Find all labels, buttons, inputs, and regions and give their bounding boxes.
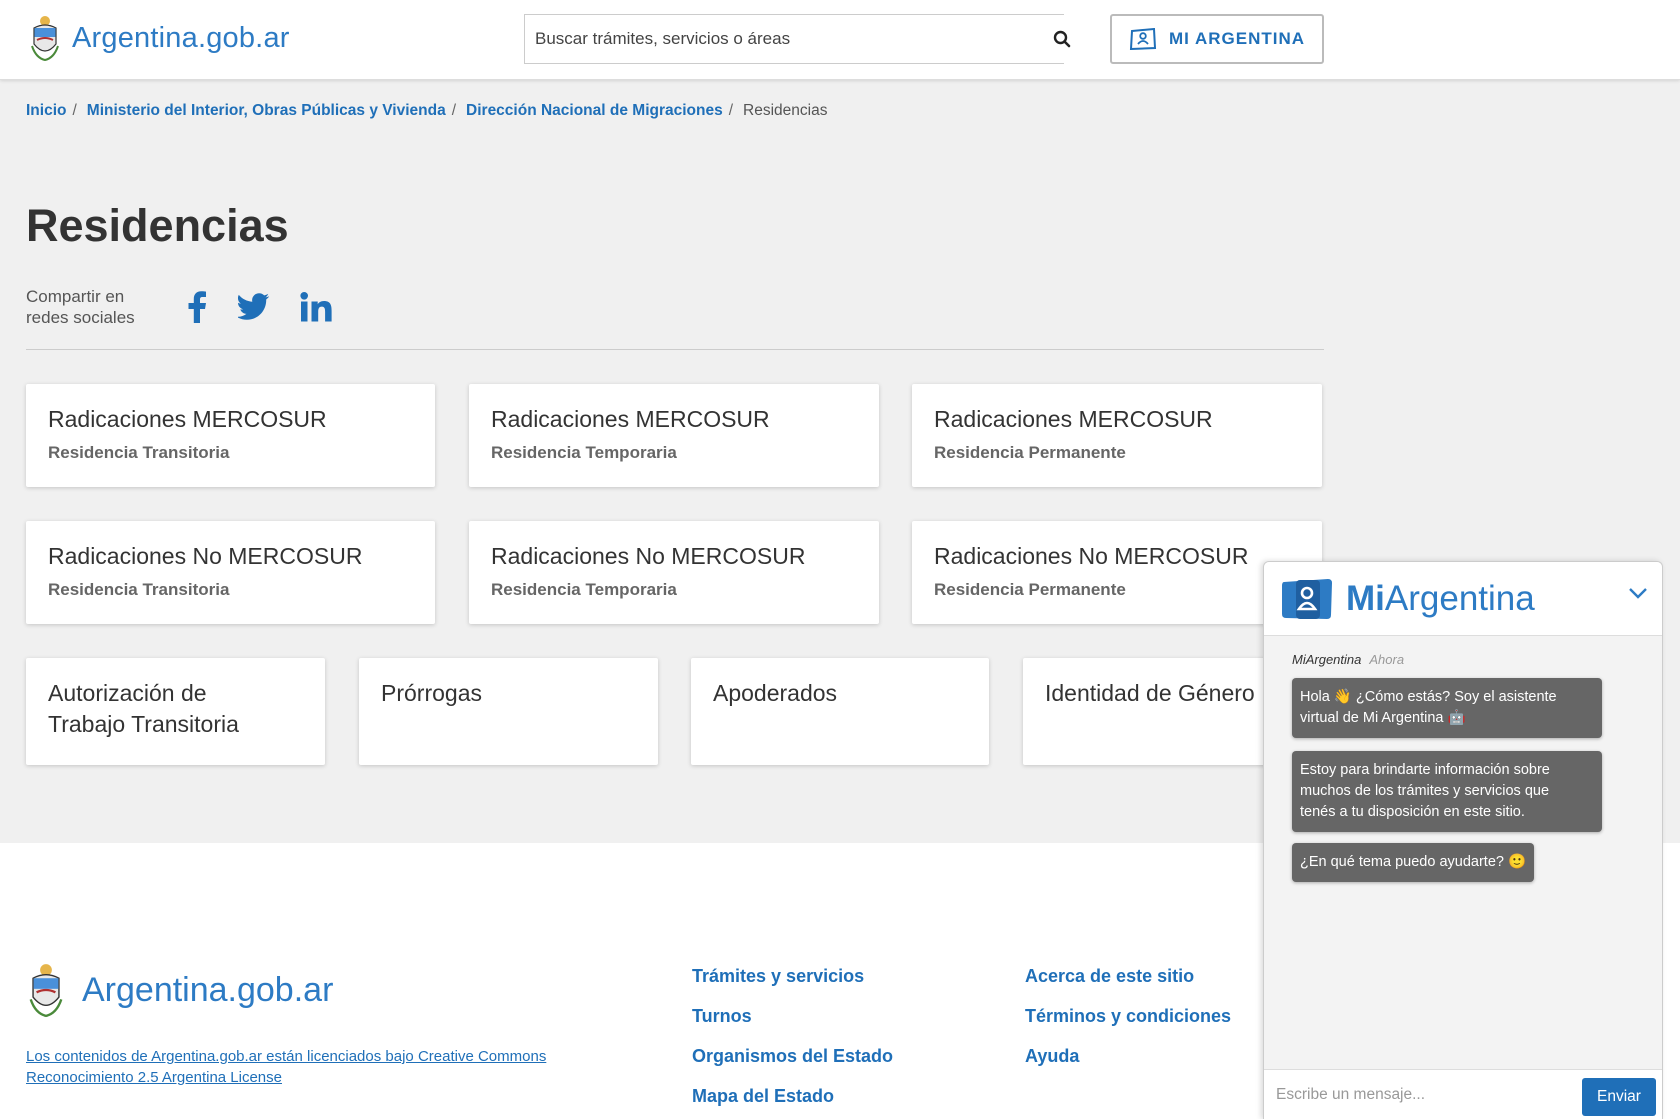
bubble-line: tenés a tu disposición en este sitio.	[1300, 804, 1525, 820]
chat-input-bar: Enviar	[1264, 1069, 1662, 1119]
footer-link-tramites[interactable]: Trámites y servicios	[692, 966, 893, 987]
footer-link-terminos[interactable]: Términos y condiciones	[1025, 1006, 1231, 1027]
card-radicaciones-mercosur-transitoria[interactable]: Radicaciones MERCOSUR Residencia Transit…	[26, 384, 435, 487]
bubble-line: muchos de los trámites y servicios que	[1300, 783, 1550, 799]
footer-link-mapa[interactable]: Mapa del Estado	[692, 1086, 893, 1107]
chat-bubble-question: ¿En qué tema puedo ayudarte? 🙂	[1292, 843, 1535, 882]
card-subtitle: Residencia Permanente	[934, 443, 1126, 462]
search-icon	[1053, 30, 1071, 48]
card-title: Radicaciones No MERCOSUR	[934, 543, 1249, 569]
chat-header: MiArgentina	[1264, 562, 1662, 636]
card-title: Identidad de Género	[1045, 680, 1255, 706]
card-subtitle: Residencia Transitoria	[48, 443, 230, 462]
bubble-line: virtual de Mi Argentina 🤖	[1300, 710, 1466, 726]
breadcrumb-link-migraciones[interactable]: Dirección Nacional de Migraciones	[466, 102, 723, 120]
footer-logo[interactable]: Argentina.gob.ar	[26, 961, 333, 1019]
section-divider	[26, 349, 1324, 350]
card-title: Radicaciones No MERCOSUR	[491, 543, 806, 569]
mi-argentina-icon	[1129, 28, 1157, 50]
card-title: Radicaciones MERCOSUR	[491, 406, 770, 432]
bubble-line: Hola 👋 ¿Cómo estás? Soy el asistente	[1300, 689, 1557, 705]
mi-argentina-label: MI ARGENTINA	[1168, 29, 1306, 48]
card-subtitle: Residencia Permanente	[934, 580, 1126, 599]
card-subtitle: Residencia Temporaria	[491, 580, 677, 599]
chat-time: Ahora	[1369, 652, 1405, 667]
card-title: Apoderados	[713, 680, 838, 706]
share-label-line2: redes sociales	[26, 308, 135, 327]
chat-message-input[interactable]	[1264, 1074, 1564, 1115]
search-input[interactable]	[525, 16, 1035, 62]
share-label-line1: Compartir en	[26, 287, 125, 306]
chevron-down-icon[interactable]	[1628, 586, 1648, 600]
chat-brand-rest: Argentina	[1384, 578, 1535, 618]
site-header: Argentina.gob.ar MI ARGENTINA	[0, 0, 1680, 80]
linkedin-icon[interactable]	[300, 292, 332, 322]
card-title: Radicaciones MERCOSUR	[934, 406, 1213, 432]
bubble-line: ¿En qué tema puedo ayudarte? 🙂	[1300, 854, 1527, 870]
send-button[interactable]: Enviar	[1582, 1078, 1656, 1116]
chat-widget: MiArgentina MiArgentina Ahora Hola 👋 ¿Cóm…	[1263, 561, 1663, 1119]
card-apoderados[interactable]: Apoderados	[691, 658, 989, 765]
footer-column-2: Acerca de este sitio Términos y condicio…	[1025, 966, 1231, 1086]
card-title: Prórrogas	[381, 680, 482, 706]
footer-link-ayuda[interactable]: Ayuda	[1025, 1046, 1231, 1067]
card-subtitle: Residencia Transitoria	[48, 580, 230, 599]
breadcrumb-separator: /	[451, 102, 457, 119]
share-icons	[186, 291, 332, 323]
footer-link-organismos[interactable]: Organismos del Estado	[692, 1046, 893, 1067]
chat-sender: MiArgentina	[1292, 652, 1362, 667]
search-button[interactable]	[1040, 14, 1084, 64]
license-link[interactable]: Los contenidos de Argentina.gob.ar están…	[26, 1046, 586, 1088]
card-title-line2: Trabajo Transitoria	[48, 711, 239, 737]
breadcrumb: Inicio / Ministerio del Interior, Obras P…	[26, 102, 827, 120]
breadcrumb-separator: /	[728, 102, 734, 119]
logo-text: Argentina.gob.ar	[72, 21, 290, 54]
facebook-icon[interactable]	[186, 291, 208, 323]
card-title-line1: Autorización de	[48, 680, 207, 706]
footer-link-acerca[interactable]: Acerca de este sitio	[1025, 966, 1231, 987]
breadcrumb-separator: /	[72, 102, 77, 119]
license-line2: Reconocimiento 2.5 Argentina License	[26, 1069, 282, 1086]
chat-bubble-info: Estoy para brindarte información sobre m…	[1292, 751, 1602, 832]
card-radicaciones-mercosur-permanente[interactable]: Radicaciones MERCOSUR Residencia Permane…	[912, 384, 1322, 487]
search-box	[524, 14, 1064, 64]
card-autorizacion-trabajo-transitoria[interactable]: Autorización de Trabajo Transitoria	[26, 658, 325, 765]
header-logo[interactable]: Argentina.gob.ar	[28, 14, 290, 62]
mi-argentina-logo-icon	[1282, 578, 1332, 619]
breadcrumb-link-inicio[interactable]: Inicio	[26, 102, 66, 120]
chat-brand-bold: Mi	[1346, 578, 1385, 618]
card-title: Radicaciones MERCOSUR	[48, 406, 327, 432]
breadcrumb-current: Residencias	[743, 102, 828, 119]
page-title: Residencias	[26, 200, 289, 251]
footer-link-turnos[interactable]: Turnos	[692, 1006, 893, 1027]
card-radicaciones-no-mercosur-temporaria[interactable]: Radicaciones No MERCOSUR Residencia Temp…	[469, 521, 879, 624]
card-title: Radicaciones No MERCOSUR	[48, 543, 363, 569]
chat-message-meta: MiArgentina Ahora	[1292, 652, 1404, 667]
footer-column-1: Trámites y servicios Turnos Organismos d…	[692, 966, 893, 1119]
card-subtitle: Residencia Temporaria	[491, 443, 677, 462]
chat-brand: MiArgentina	[1346, 579, 1535, 619]
license-line1: Los contenidos de Argentina.gob.ar están…	[26, 1048, 547, 1065]
share-label: Compartir en redes sociales	[26, 286, 156, 328]
card-radicaciones-no-mercosur-transitoria[interactable]: Radicaciones No MERCOSUR Residencia Tran…	[26, 521, 435, 624]
coat-of-arms-icon	[31, 16, 59, 62]
share-bar: Compartir en redes sociales	[26, 286, 332, 328]
bubble-line: Estoy para brindarte información sobre	[1300, 762, 1550, 778]
card-radicaciones-mercosur-temporaria[interactable]: Radicaciones MERCOSUR Residencia Tempora…	[469, 384, 879, 487]
footer-logo-text: Argentina.gob.ar	[82, 970, 334, 1009]
twitter-icon[interactable]	[238, 293, 270, 321]
card-radicaciones-no-mercosur-permanente[interactable]: Radicaciones No MERCOSUR Residencia Perm…	[912, 521, 1322, 624]
card-prorrogas[interactable]: Prórrogas	[359, 658, 658, 765]
chat-bubble-greeting: Hola 👋 ¿Cómo estás? Soy el asistente vir…	[1292, 678, 1602, 738]
mi-argentina-button[interactable]: MI ARGENTINA	[1110, 14, 1324, 64]
coat-of-arms-icon	[29, 964, 63, 1018]
breadcrumb-link-ministerio[interactable]: Ministerio del Interior, Obras Públicas …	[87, 102, 446, 120]
